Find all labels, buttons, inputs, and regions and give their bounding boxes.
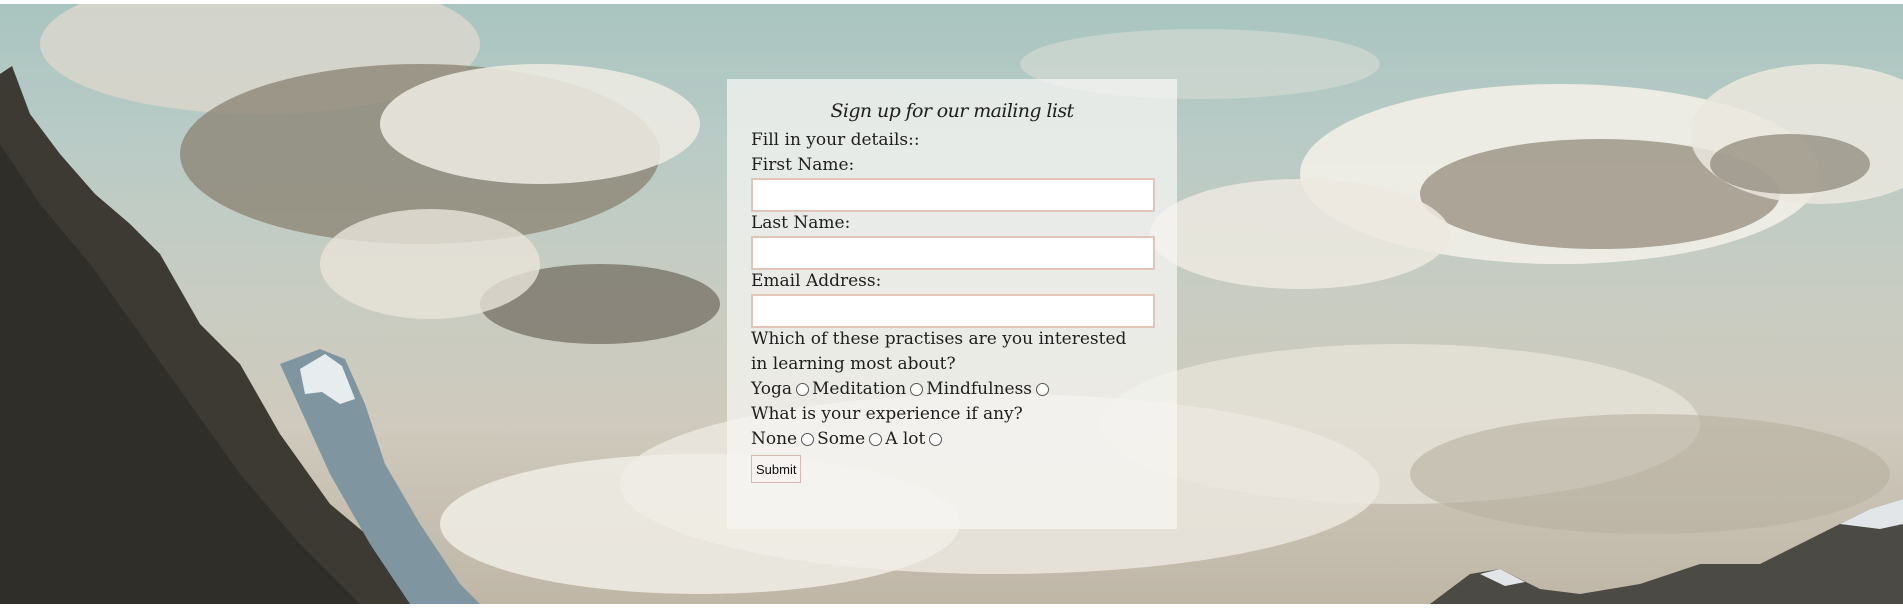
first-name-label: First Name: [751, 155, 855, 175]
radio-mindfulness[interactable] [1036, 383, 1050, 396]
form-intro: Fill in your details:: [751, 130, 920, 150]
first-name-input[interactable] [751, 178, 1155, 212]
radio-meditation[interactable] [910, 383, 924, 396]
email-input[interactable] [751, 294, 1155, 328]
last-name-label: Last Name: [751, 213, 851, 233]
option-label-mindfulness: Mindfulness [926, 379, 1033, 399]
option-label-some: Some [817, 429, 866, 449]
practices-options: Yoga Meditation Mindfulness [751, 377, 1153, 402]
option-label-a-lot: A lot [885, 429, 926, 449]
radio-none[interactable] [801, 433, 815, 446]
mailing-list-form: Sign up for our mailing list Fill in you… [727, 79, 1177, 529]
option-label-none: None [751, 429, 798, 449]
practices-question: Which of these practises are you interes… [751, 329, 1127, 374]
form-title: Sign up for our mailing list [830, 100, 1074, 122]
experience-options: None Some A lot [751, 427, 1153, 452]
radio-some[interactable] [869, 433, 883, 446]
submit-button[interactable]: Submit [751, 455, 802, 483]
option-label-yoga: Yoga [751, 379, 792, 399]
radio-yoga[interactable] [796, 383, 809, 396]
option-label-meditation: Meditation [812, 379, 907, 399]
experience-question: What is your experience if any? [751, 404, 1023, 424]
radio-a-lot[interactable] [929, 433, 943, 446]
email-label: Email Address: [751, 271, 882, 291]
last-name-input[interactable] [751, 236, 1155, 270]
